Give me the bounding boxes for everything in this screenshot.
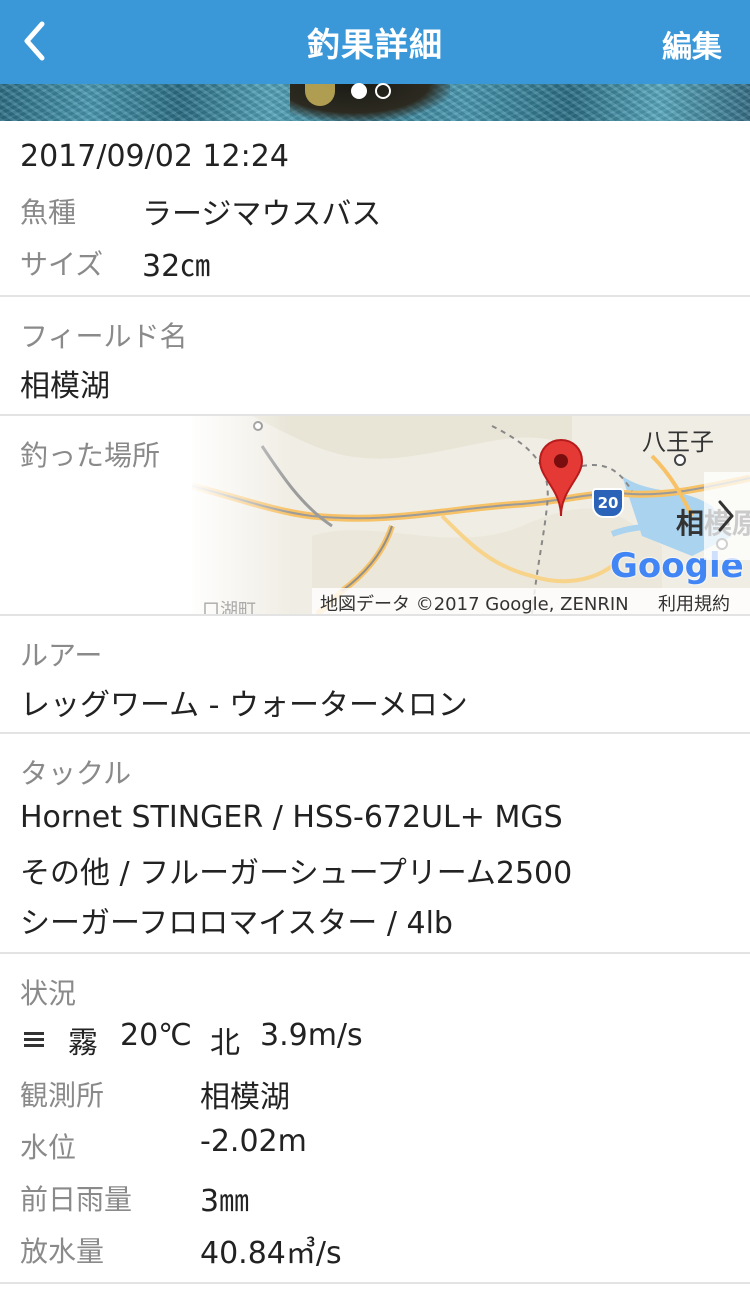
tackle-reel: その他 / フルーガーシュープリーム2500 — [20, 856, 573, 891]
location-label: 釣った場所 — [20, 439, 161, 472]
conditions-label: 状況 — [20, 977, 77, 1010]
map-expand-button[interactable] — [704, 472, 750, 560]
lure-section: ルアー レッグワーム - ウォーターメロン — [0, 616, 750, 734]
fog-icon — [24, 1032, 44, 1047]
field-section: フィールド名 相模湖 — [0, 297, 750, 416]
weather-row: 霧 20℃ 北 3.9m/s — [20, 1018, 720, 1061]
field-value: 相模湖 — [20, 369, 110, 404]
lure-label: ルアー — [20, 639, 103, 672]
prev-day-rain-value: 3㎜ — [200, 1184, 250, 1219]
catch-info-section: 2017/09/02 12:24 魚種 ラージマウスバス サイズ 32㎝ — [0, 121, 750, 297]
wind-speed: 3.9m/s — [260, 1018, 363, 1053]
nav-bar: 釣果詳細 編集 — [0, 0, 750, 84]
page-dot-active — [351, 83, 367, 99]
catch-datetime: 2017/09/02 12:24 — [20, 139, 289, 174]
tackle-section: タックル Hornet STINGER / HSS-672UL+ MGS その他… — [0, 734, 750, 954]
map-pin-icon — [538, 438, 584, 517]
map-place-label-hachioji: 八王子 — [642, 428, 714, 456]
tackle-label: タックル — [20, 757, 132, 790]
conditions-section: 状況 霧 20℃ 北 3.9m/s 観測所 相模湖 水位 -2.02m 前日雨量… — [0, 954, 750, 1284]
chevron-right-icon — [718, 500, 734, 532]
tackle-rod: Hornet STINGER / HSS-672UL+ MGS — [20, 800, 563, 835]
map-copyright: 地図データ ©2017 Google, ZENRIN — [320, 594, 629, 614]
size-value: 32㎝ — [142, 249, 211, 284]
field-label: フィールド名 — [20, 320, 188, 353]
page-title: 釣果詳細 — [307, 25, 443, 64]
station-value: 相模湖 — [200, 1080, 290, 1115]
water-level-value: -2.02m — [200, 1124, 307, 1159]
discharge-label: 放水量 — [20, 1235, 105, 1268]
species-value: ラージマウスバス — [142, 197, 382, 232]
photo-page-indicator[interactable] — [351, 83, 399, 103]
size-label: サイズ — [20, 248, 104, 281]
weather-condition: 霧 — [68, 1026, 98, 1061]
temperature: 20℃ — [120, 1018, 192, 1053]
species-label: 魚種 — [20, 196, 77, 229]
discharge-value: 40.84㎥/s — [200, 1236, 342, 1271]
edit-button[interactable]: 編集 — [662, 22, 722, 66]
tackle-line: シーガーフロロマイスター / 4lb — [20, 906, 453, 941]
location-map[interactable]: 20 八王子 相模原 口湖町 Google 地図データ ©2017 Google… — [192, 416, 750, 614]
page-dot-inactive — [375, 83, 391, 99]
wind-direction: 北 — [210, 1026, 240, 1061]
station-label: 観測所 — [20, 1079, 105, 1112]
water-level-label: 水位 — [20, 1131, 77, 1164]
map-attribution-bar: 地図データ ©2017 Google, ZENRIN 利用規約 — [312, 588, 750, 614]
map-place-label-bottom: 口湖町 — [202, 600, 256, 614]
prev-day-rain-label: 前日雨量 — [20, 1183, 133, 1216]
map-terms-link[interactable]: 利用規約 — [658, 590, 730, 614]
lure-value: レッグワーム - ウォーターメロン — [20, 688, 468, 723]
location-section: 釣った場所 20 八王子 口湖町 Google 地図データ ©2017 Goog… — [0, 416, 750, 616]
map-road-shield: 20 — [592, 488, 624, 518]
